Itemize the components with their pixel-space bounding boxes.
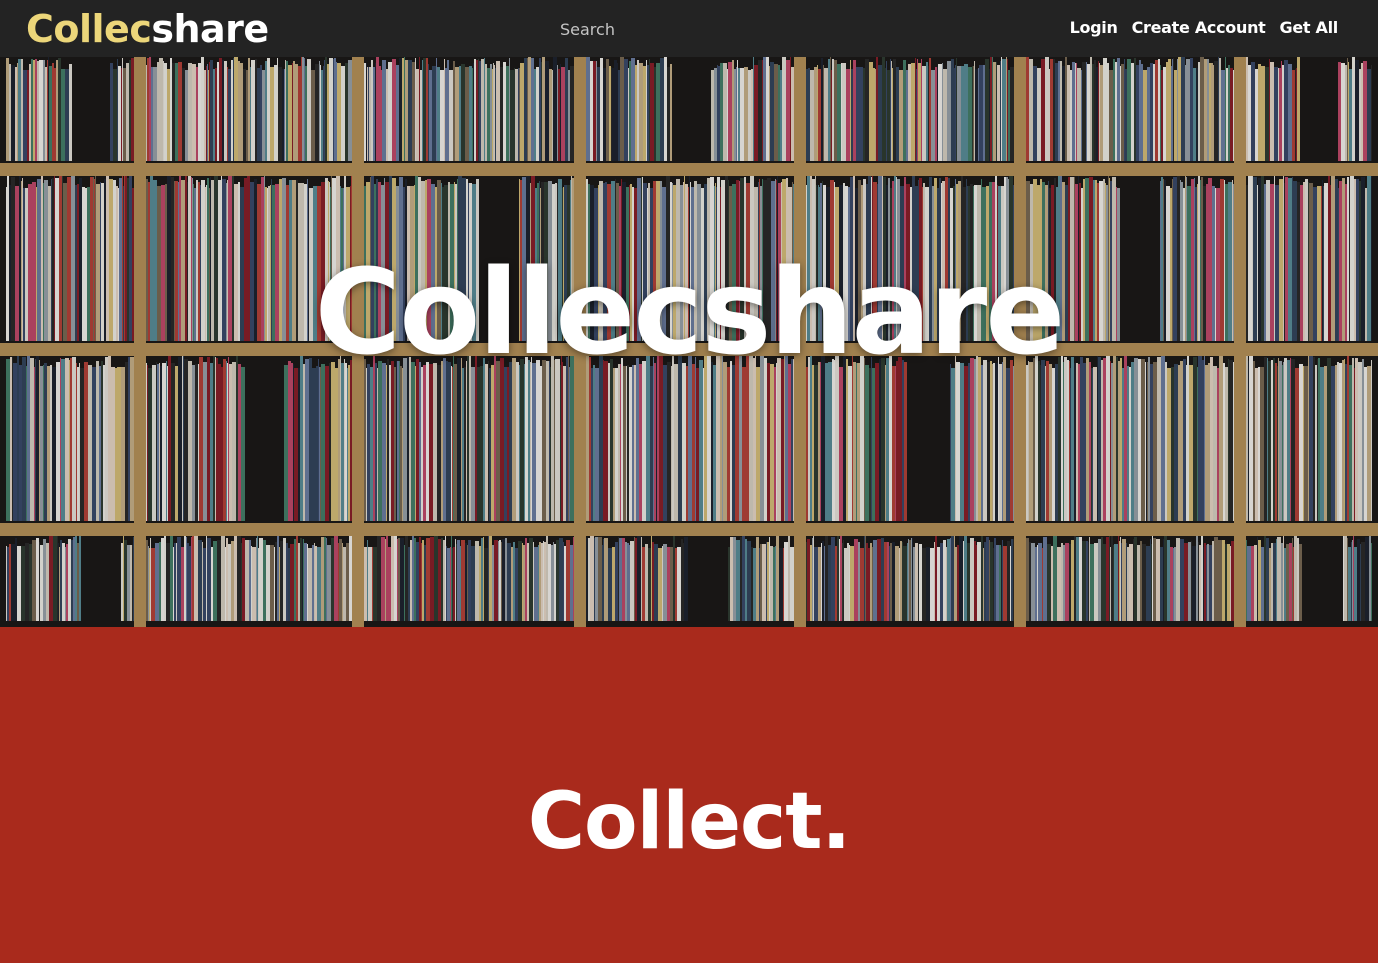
nav-links: Login Create Account Get All	[1070, 18, 1339, 37]
hero-title: Collecshare	[314, 243, 1066, 381]
collect-section: Collect.	[0, 627, 1378, 963]
login-link[interactable]: Login	[1070, 18, 1118, 37]
hero-banner: Collecshare	[0, 57, 1378, 627]
brand-logo-link[interactable]: Collecshare	[26, 6, 269, 52]
get-all-link[interactable]: Get All	[1280, 18, 1339, 37]
brand-logo-part1: Collec	[26, 7, 152, 51]
collect-heading: Collect.	[527, 777, 851, 867]
search-input[interactable]	[548, 15, 760, 43]
create-account-link[interactable]: Create Account	[1132, 18, 1266, 37]
brand-logo-part2: share	[151, 7, 269, 51]
top-navbar: Collecshare Login Create Account Get All	[0, 0, 1378, 57]
